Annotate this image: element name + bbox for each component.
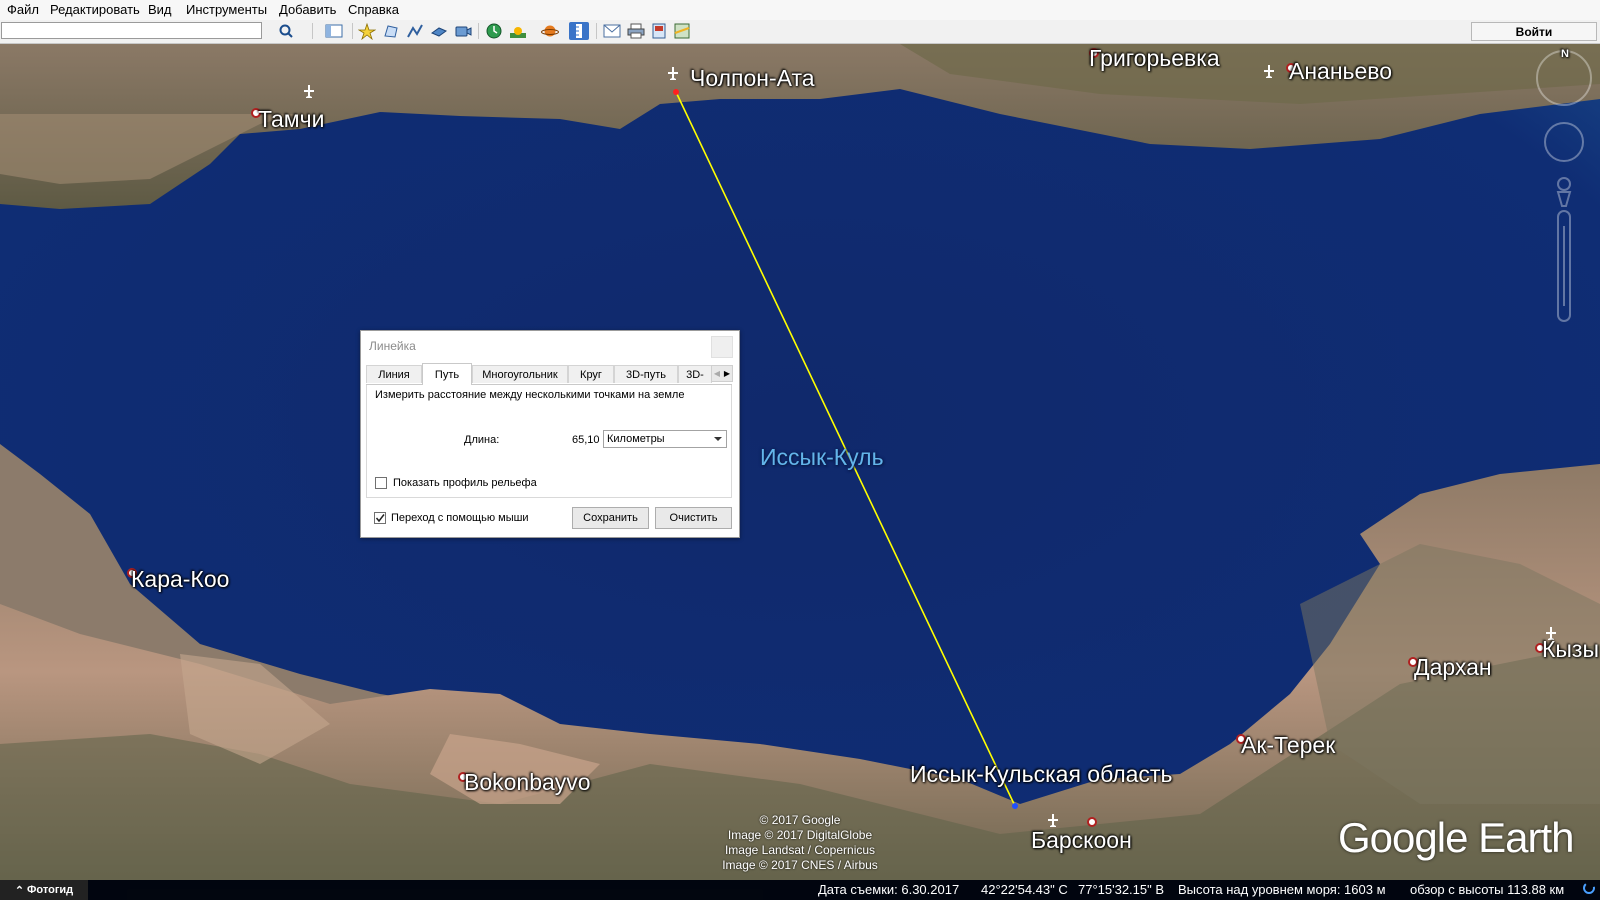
add-placemark-button[interactable] bbox=[357, 22, 377, 40]
unit-select[interactable]: Километры bbox=[603, 430, 727, 448]
historical-imagery-button[interactable] bbox=[484, 22, 504, 40]
place-label: Кызы bbox=[1542, 636, 1600, 662]
path-icon bbox=[407, 24, 423, 38]
place-label: Дархан bbox=[1414, 654, 1492, 680]
toolbar: Войти bbox=[0, 20, 1600, 44]
measure-start-point bbox=[673, 89, 679, 95]
menu-help[interactable]: Справка bbox=[348, 2, 399, 17]
show-profile-checkbox[interactable] bbox=[375, 477, 387, 489]
length-label: Длина: bbox=[464, 434, 500, 446]
toolbar-separator bbox=[596, 23, 597, 39]
status-bar: ⌃ Фотогид Дата съемки: 6.30.2017 42°22'54… bbox=[0, 880, 1600, 900]
tab-circle[interactable]: Круг bbox=[568, 365, 614, 383]
sidebar-button[interactable] bbox=[324, 22, 344, 40]
search-button[interactable] bbox=[276, 22, 296, 40]
chevron-left-icon[interactable]: ◀ bbox=[714, 369, 720, 378]
maps-icon bbox=[674, 23, 690, 39]
longitude: 77°15'32.15" В bbox=[1078, 882, 1165, 897]
image-overlay-button[interactable] bbox=[429, 22, 449, 40]
record-tour-icon bbox=[455, 26, 472, 37]
menu-tools[interactable]: Инструменты bbox=[186, 2, 267, 17]
ruler-tabs: Линия Путь Многоугольник Круг 3D-путь 3D… bbox=[366, 363, 733, 385]
save-image-icon bbox=[652, 23, 666, 39]
ruler-dialog: Линейка Линия Путь Многоугольник Круг 3D… bbox=[360, 330, 740, 538]
place-label: Ананьево bbox=[1289, 58, 1393, 84]
place-label: Ак-Терек bbox=[1241, 732, 1336, 758]
placemark-icon bbox=[358, 22, 376, 40]
ruler-description: Измерить расстояние между несколькими то… bbox=[375, 389, 685, 401]
add-path-button[interactable] bbox=[405, 22, 425, 40]
place-label: Григорьевка bbox=[1089, 45, 1220, 71]
place-label: Тамчи bbox=[258, 106, 325, 132]
sunlight-icon bbox=[510, 27, 526, 38]
photo-tour-button[interactable]: ⌃ Фотогид bbox=[0, 880, 88, 900]
search-icon bbox=[279, 24, 293, 38]
elevation: Высота над уровнем моря: 1603 м bbox=[1178, 882, 1386, 897]
close-button[interactable] bbox=[711, 336, 733, 358]
place-label: Барскоон bbox=[1031, 827, 1132, 853]
search-input[interactable] bbox=[1, 22, 262, 39]
historical-imagery-icon bbox=[486, 23, 502, 39]
save-image-button[interactable] bbox=[649, 22, 669, 40]
save-button[interactable]: Сохранить bbox=[572, 507, 649, 529]
map-view[interactable]: N Чолпон-Ата Григорьевка Ананьево Тамчи … bbox=[0, 44, 1600, 880]
print-icon bbox=[627, 23, 645, 39]
menu-add[interactable]: Добавить bbox=[279, 2, 336, 17]
region-label: Иссык-Кульская область bbox=[910, 761, 1173, 787]
google-earth-logo: Google Earth bbox=[1338, 814, 1574, 861]
checkmark-icon bbox=[375, 514, 385, 523]
tab-3d-polygon[interactable]: 3D- bbox=[678, 365, 712, 383]
imagery-credits: © 2017 Google Image © 2017 DigitalGlobe … bbox=[722, 813, 878, 872]
toolbar-separator bbox=[352, 23, 353, 39]
ruler-icon bbox=[576, 24, 582, 38]
sunlight-button[interactable] bbox=[508, 22, 528, 40]
ruler-button[interactable] bbox=[569, 22, 589, 40]
chevron-down-icon bbox=[714, 437, 722, 441]
lake-label: Иссык-Куль bbox=[760, 444, 884, 470]
toolbar-separator bbox=[312, 23, 313, 39]
loading-icon bbox=[1582, 881, 1596, 898]
sidebar-icon bbox=[325, 24, 343, 38]
mouse-nav-label: Переход с помощью мыши bbox=[391, 512, 529, 524]
planets-icon bbox=[541, 25, 559, 37]
image-overlay-icon bbox=[430, 27, 448, 37]
tab-line[interactable]: Линия bbox=[366, 365, 422, 383]
ruler-panel: Измерить расстояние между несколькими то… bbox=[366, 385, 732, 498]
polygon-icon bbox=[384, 25, 398, 38]
menu-view[interactable]: Вид bbox=[148, 2, 172, 17]
place-label: Чолпон-Ата bbox=[690, 65, 815, 91]
measure-end-point bbox=[1012, 803, 1018, 809]
chevron-up-icon: ⌃ bbox=[14, 884, 25, 897]
menu-edit[interactable]: Редактировать bbox=[50, 2, 140, 17]
menu-bar: Файл Редактировать Вид Инструменты Добав… bbox=[0, 0, 1600, 20]
length-value: 65,10 bbox=[572, 434, 600, 446]
tab-polygon[interactable]: Многоугольник bbox=[472, 365, 568, 383]
show-profile-label: Показать профиль рельефа bbox=[393, 477, 537, 489]
dialog-title: Линейка bbox=[369, 339, 416, 353]
tab-3d-path[interactable]: 3D-путь bbox=[614, 365, 678, 383]
tab-path[interactable]: Путь bbox=[422, 363, 472, 385]
email-icon bbox=[603, 24, 621, 38]
latitude: 42°22'54.43" С bbox=[981, 882, 1068, 897]
add-polygon-button[interactable] bbox=[381, 22, 401, 40]
menu-file[interactable]: Файл bbox=[7, 2, 39, 17]
email-button[interactable] bbox=[602, 22, 622, 40]
compass-north[interactable]: N bbox=[1561, 48, 1569, 60]
clear-button[interactable]: Очистить bbox=[655, 507, 732, 529]
record-tour-button[interactable] bbox=[453, 22, 473, 40]
place-label: Кара-Коо bbox=[131, 566, 230, 592]
print-button[interactable] bbox=[626, 22, 646, 40]
maps-button[interactable] bbox=[672, 22, 692, 40]
place-label: Bokonbayvo bbox=[464, 769, 591, 795]
sign-in-button[interactable]: Войти bbox=[1471, 22, 1597, 41]
planets-button[interactable] bbox=[540, 22, 560, 40]
chevron-right-icon[interactable]: ▶ bbox=[724, 369, 730, 378]
imagery-date: Дата съемки: 6.30.2017 bbox=[818, 882, 960, 897]
mouse-nav-checkbox[interactable] bbox=[374, 512, 386, 524]
tab-scroll-buttons[interactable]: ◀ ▶ bbox=[711, 365, 733, 382]
toolbar-separator bbox=[478, 23, 479, 39]
eye-altitude: обзор с высоты 113.88 км bbox=[1410, 882, 1565, 897]
